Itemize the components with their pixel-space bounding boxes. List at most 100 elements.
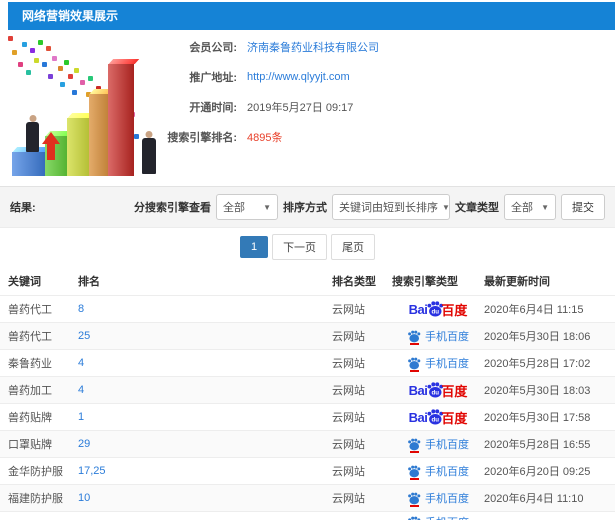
pagination: 1 下一页 尾页 bbox=[0, 228, 615, 266]
engine-filter-label: 分搜索引擎查看 bbox=[134, 202, 211, 214]
updated-cell: 2020年6月4日 11:15 bbox=[484, 304, 584, 316]
chart-bar-red bbox=[108, 64, 134, 176]
table-row: Baidu百度 手机百度 bbox=[0, 512, 615, 520]
rank-link[interactable]: 4 bbox=[78, 357, 332, 369]
updated-cell: 2020年5月30日 18:06 bbox=[484, 331, 591, 343]
keyword-cell: 金华防护服 bbox=[8, 466, 63, 478]
engine-cell: Baidu百度 手机百度 bbox=[392, 355, 484, 372]
rank-link[interactable]: 25 bbox=[78, 330, 332, 342]
engine-rank-row: 搜索引擎排名: 4895条 bbox=[132, 130, 379, 144]
header-rank-type: 排名类型 bbox=[332, 275, 376, 288]
chevron-down-icon: ▼ bbox=[442, 202, 450, 212]
chevron-down-icon: ▼ bbox=[541, 202, 549, 212]
filters-group: 分搜索引擎查看 全部 ▼ 排序方式 关键词由短到长排序 ▼ 文章类型 全部 ▼ … bbox=[134, 194, 605, 220]
keyword-cell: 兽药加工 bbox=[8, 385, 52, 397]
table-row: 兽药加工 4 云网站 Baidu百度 手机百度 2020年5月30日 18:03 bbox=[0, 377, 615, 404]
company-label: 会员公司: bbox=[189, 42, 237, 54]
mobile-baidu-paw-icon bbox=[407, 357, 421, 372]
member-info-rows: 会员公司: 济南秦鲁药业科技有限公司 推广地址: http://www.qlyy… bbox=[132, 40, 379, 160]
member-info-section: 会员公司: 济南秦鲁药业科技有限公司 推广地址: http://www.qlyy… bbox=[0, 30, 615, 186]
engine-rank-count: 4895条 bbox=[247, 132, 283, 144]
article-type-select[interactable]: 全部 ▼ bbox=[504, 194, 556, 220]
rank-type-cell: 云网站 bbox=[332, 412, 365, 424]
engine-cell: Baidu百度 手机百度 bbox=[392, 328, 484, 345]
sort-select[interactable]: 关键词由短到长排序 ▼ bbox=[332, 194, 450, 220]
sort-value: 关键词由短到长排序 bbox=[339, 202, 438, 214]
updated-cell: 2020年5月30日 18:03 bbox=[484, 385, 591, 397]
company-row: 会员公司: 济南秦鲁药业科技有限公司 bbox=[132, 40, 379, 54]
results-label: 结果: bbox=[10, 202, 36, 214]
mobile-baidu-label: 手机百度 bbox=[425, 439, 469, 451]
keyword-cell: 口罩贴牌 bbox=[8, 439, 52, 451]
keyword-cell: 秦鲁药业 bbox=[8, 358, 52, 370]
engine-rank-label: 搜索引擎排名: bbox=[167, 132, 237, 144]
mobile-baidu-logo: 手机百度 bbox=[407, 355, 469, 372]
rank-link[interactable]: 29 bbox=[78, 438, 332, 450]
rank-type-cell: 云网站 bbox=[332, 466, 365, 478]
table-row: 金华防护服 17,25 云网站 Baidu百度 手机百度 2020年6月20日 … bbox=[0, 458, 615, 485]
submit-button[interactable]: 提交 bbox=[561, 194, 605, 220]
table-row: 口罩贴牌 29 云网站 Baidu百度 手机百度 2020年5月28日 16:5… bbox=[0, 431, 615, 458]
promo-url-link[interactable]: http://www.qlyyjt.com bbox=[247, 71, 350, 83]
header-updated: 最新更新时间 bbox=[484, 275, 550, 288]
rank-type-cell: 云网站 bbox=[332, 439, 365, 451]
page-1-button[interactable]: 1 bbox=[239, 236, 269, 258]
mobile-baidu-label: 手机百度 bbox=[425, 358, 469, 370]
keyword-cell: 兽药代工 bbox=[8, 331, 52, 343]
svg-text:du: du bbox=[432, 390, 440, 397]
updated-cell: 2020年5月28日 16:55 bbox=[484, 439, 591, 451]
mobile-baidu-paw-icon bbox=[407, 492, 421, 507]
engine-filter-select[interactable]: 全部 ▼ bbox=[216, 194, 278, 220]
ranking-table: 关键词 排名 排名类型 搜索引擎类型 最新更新时间 兽药代工 8 云网站 Bai… bbox=[0, 266, 615, 520]
up-arrow-icon bbox=[42, 132, 60, 160]
rank-type-cell: 云网站 bbox=[332, 493, 365, 505]
mobile-baidu-logo: 手机百度 bbox=[407, 328, 469, 345]
rank-link[interactable]: 4 bbox=[78, 384, 332, 396]
company-link[interactable]: 济南秦鲁药业科技有限公司 bbox=[247, 39, 379, 55]
table-row: 秦鲁药业 4 云网站 Baidu百度 手机百度 2020年5月28日 17:02 bbox=[0, 350, 615, 377]
next-page-button[interactable]: 下一页 bbox=[272, 234, 328, 260]
svg-text:du: du bbox=[432, 417, 440, 424]
keyword-cell: 福建防护服 bbox=[8, 493, 63, 505]
open-time-row: 开通时间: 2019年5月27日 09:17 bbox=[132, 100, 379, 114]
mobile-baidu-logo: 手机百度 bbox=[407, 436, 469, 453]
chevron-down-icon: ▼ bbox=[263, 202, 271, 212]
updated-cell: 2020年5月30日 17:58 bbox=[484, 412, 591, 424]
engine-cell: Baidu百度 手机百度 bbox=[392, 381, 484, 400]
rank-link[interactable]: 1 bbox=[78, 411, 332, 423]
mobile-baidu-logo: 手机百度 bbox=[407, 514, 469, 520]
engine-cell: Baidu百度 手机百度 bbox=[392, 490, 484, 507]
mobile-baidu-paw-icon bbox=[407, 330, 421, 345]
table-row: 福建防护服 10 云网站 Baidu百度 手机百度 2020年6月4日 11:1… bbox=[0, 485, 615, 512]
engine-cell: Baidu百度 手机百度 bbox=[392, 300, 484, 319]
keyword-cell: 兽药代工 bbox=[8, 304, 52, 316]
rank-link[interactable]: 10 bbox=[78, 492, 332, 504]
table-row: 兽药代工 25 云网站 Baidu百度 手机百度 2020年5月30日 18:0… bbox=[0, 323, 615, 350]
header-keyword: 关键词 bbox=[8, 275, 41, 288]
updated-cell: 2020年6月20日 09:25 bbox=[484, 466, 591, 478]
results-filter-bar: 结果: 分搜索引擎查看 全部 ▼ 排序方式 关键词由短到长排序 ▼ 文章类型 全… bbox=[0, 186, 615, 228]
engine-cell: Baidu百度 手机百度 bbox=[392, 463, 484, 480]
sort-label: 排序方式 bbox=[283, 202, 327, 214]
mobile-baidu-label: 手机百度 bbox=[425, 331, 469, 343]
mobile-baidu-label: 手机百度 bbox=[425, 466, 469, 478]
page-title: 网络营销效果展示 bbox=[8, 2, 615, 30]
rank-type-cell: 云网站 bbox=[332, 358, 365, 370]
baidu-logo: Bai du 百度 bbox=[408, 409, 468, 426]
last-page-button[interactable]: 尾页 bbox=[331, 234, 376, 260]
baidu-logo: Bai du 百度 bbox=[408, 301, 468, 318]
rank-type-cell: 云网站 bbox=[332, 331, 365, 343]
svg-text:du: du bbox=[432, 309, 440, 316]
open-time-value: 2019年5月27日 09:17 bbox=[247, 102, 354, 114]
updated-cell: 2020年6月4日 11:10 bbox=[484, 493, 584, 505]
article-type-value: 全部 bbox=[511, 202, 533, 214]
rank-type-cell: 云网站 bbox=[332, 304, 365, 316]
mobile-baidu-label: 手机百度 bbox=[425, 514, 469, 520]
rank-link[interactable]: 8 bbox=[78, 303, 332, 315]
rank-link[interactable]: 17,25 bbox=[78, 465, 332, 477]
mobile-baidu-paw-icon bbox=[407, 465, 421, 480]
promo-url-label: 推广地址: bbox=[189, 72, 237, 84]
mobile-baidu-label: 手机百度 bbox=[425, 493, 469, 505]
open-time-label: 开通时间: bbox=[189, 102, 237, 114]
table-row: 兽药贴牌 1 云网站 Baidu百度 手机百度 2020年5月30日 17:58 bbox=[0, 404, 615, 431]
